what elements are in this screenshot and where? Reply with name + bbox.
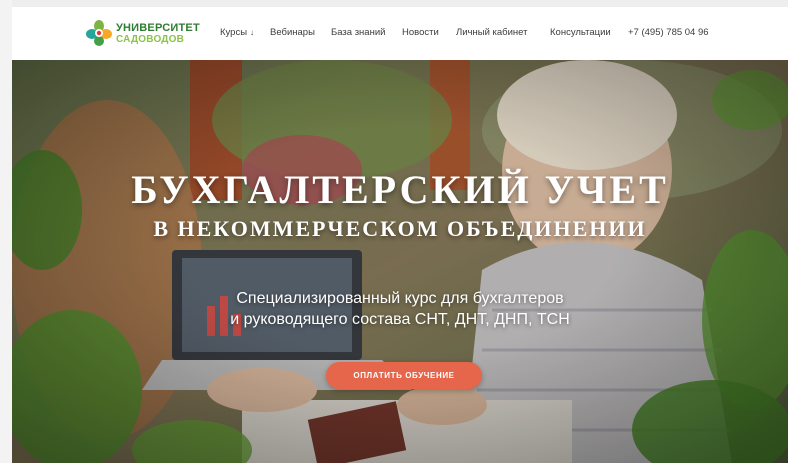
- logo[interactable]: УНИВЕРСИТЕТ САДОВОДОВ: [86, 18, 200, 50]
- hero-description-line1: Специализированный курс для бухгалтеров: [236, 290, 564, 307]
- hero-description: Специализированный курс для бухгалтеров …: [12, 288, 788, 330]
- hero-subtitle: В НЕКОММЕРЧЕСКОМ ОБЪЕДИНЕНИИ: [153, 216, 647, 241]
- nav-item-courses[interactable]: Курсы ↓: [220, 27, 254, 38]
- hero-title: БУХГАЛТЕРСКИЙ УЧЕТ: [131, 167, 669, 212]
- logo-text-line1: УНИВЕРСИТЕТ: [116, 22, 200, 34]
- nav-item-consultations[interactable]: Консультации: [550, 27, 611, 38]
- frame-edge: [0, 0, 12, 463]
- nav-item-knowledge-base[interactable]: База знаний: [331, 27, 385, 38]
- nav-item-personal-account[interactable]: Личный кабинет: [456, 27, 527, 38]
- logo-text-line2: САДОВОДОВ: [116, 34, 185, 45]
- chevron-down-icon: ↓: [250, 28, 255, 37]
- hero-banner: БУХГАЛТЕРСКИЙ УЧЕТ В НЕКОММЕРЧЕСКОМ ОБЪЕ…: [12, 60, 788, 463]
- nav-item-webinars[interactable]: Вебинары: [270, 27, 315, 38]
- site-header: УНИВЕРСИТЕТ САДОВОДОВ Курсы ↓ Вебинары Ба…: [12, 7, 788, 60]
- hero-background-photo: [12, 60, 788, 463]
- hero-description-line2: и руководящего состава СНТ, ДНТ, ДНП, ТС…: [230, 311, 570, 328]
- pay-course-button[interactable]: ОПЛАТИТЬ ОБУЧЕНИЕ: [326, 362, 482, 389]
- phone-link[interactable]: +7 (495) 785 04 96: [628, 27, 709, 38]
- nav-item-news[interactable]: Новости: [402, 27, 439, 38]
- nav-item-label: Курсы: [220, 27, 248, 38]
- flower-leaf-logo-icon: [86, 20, 112, 46]
